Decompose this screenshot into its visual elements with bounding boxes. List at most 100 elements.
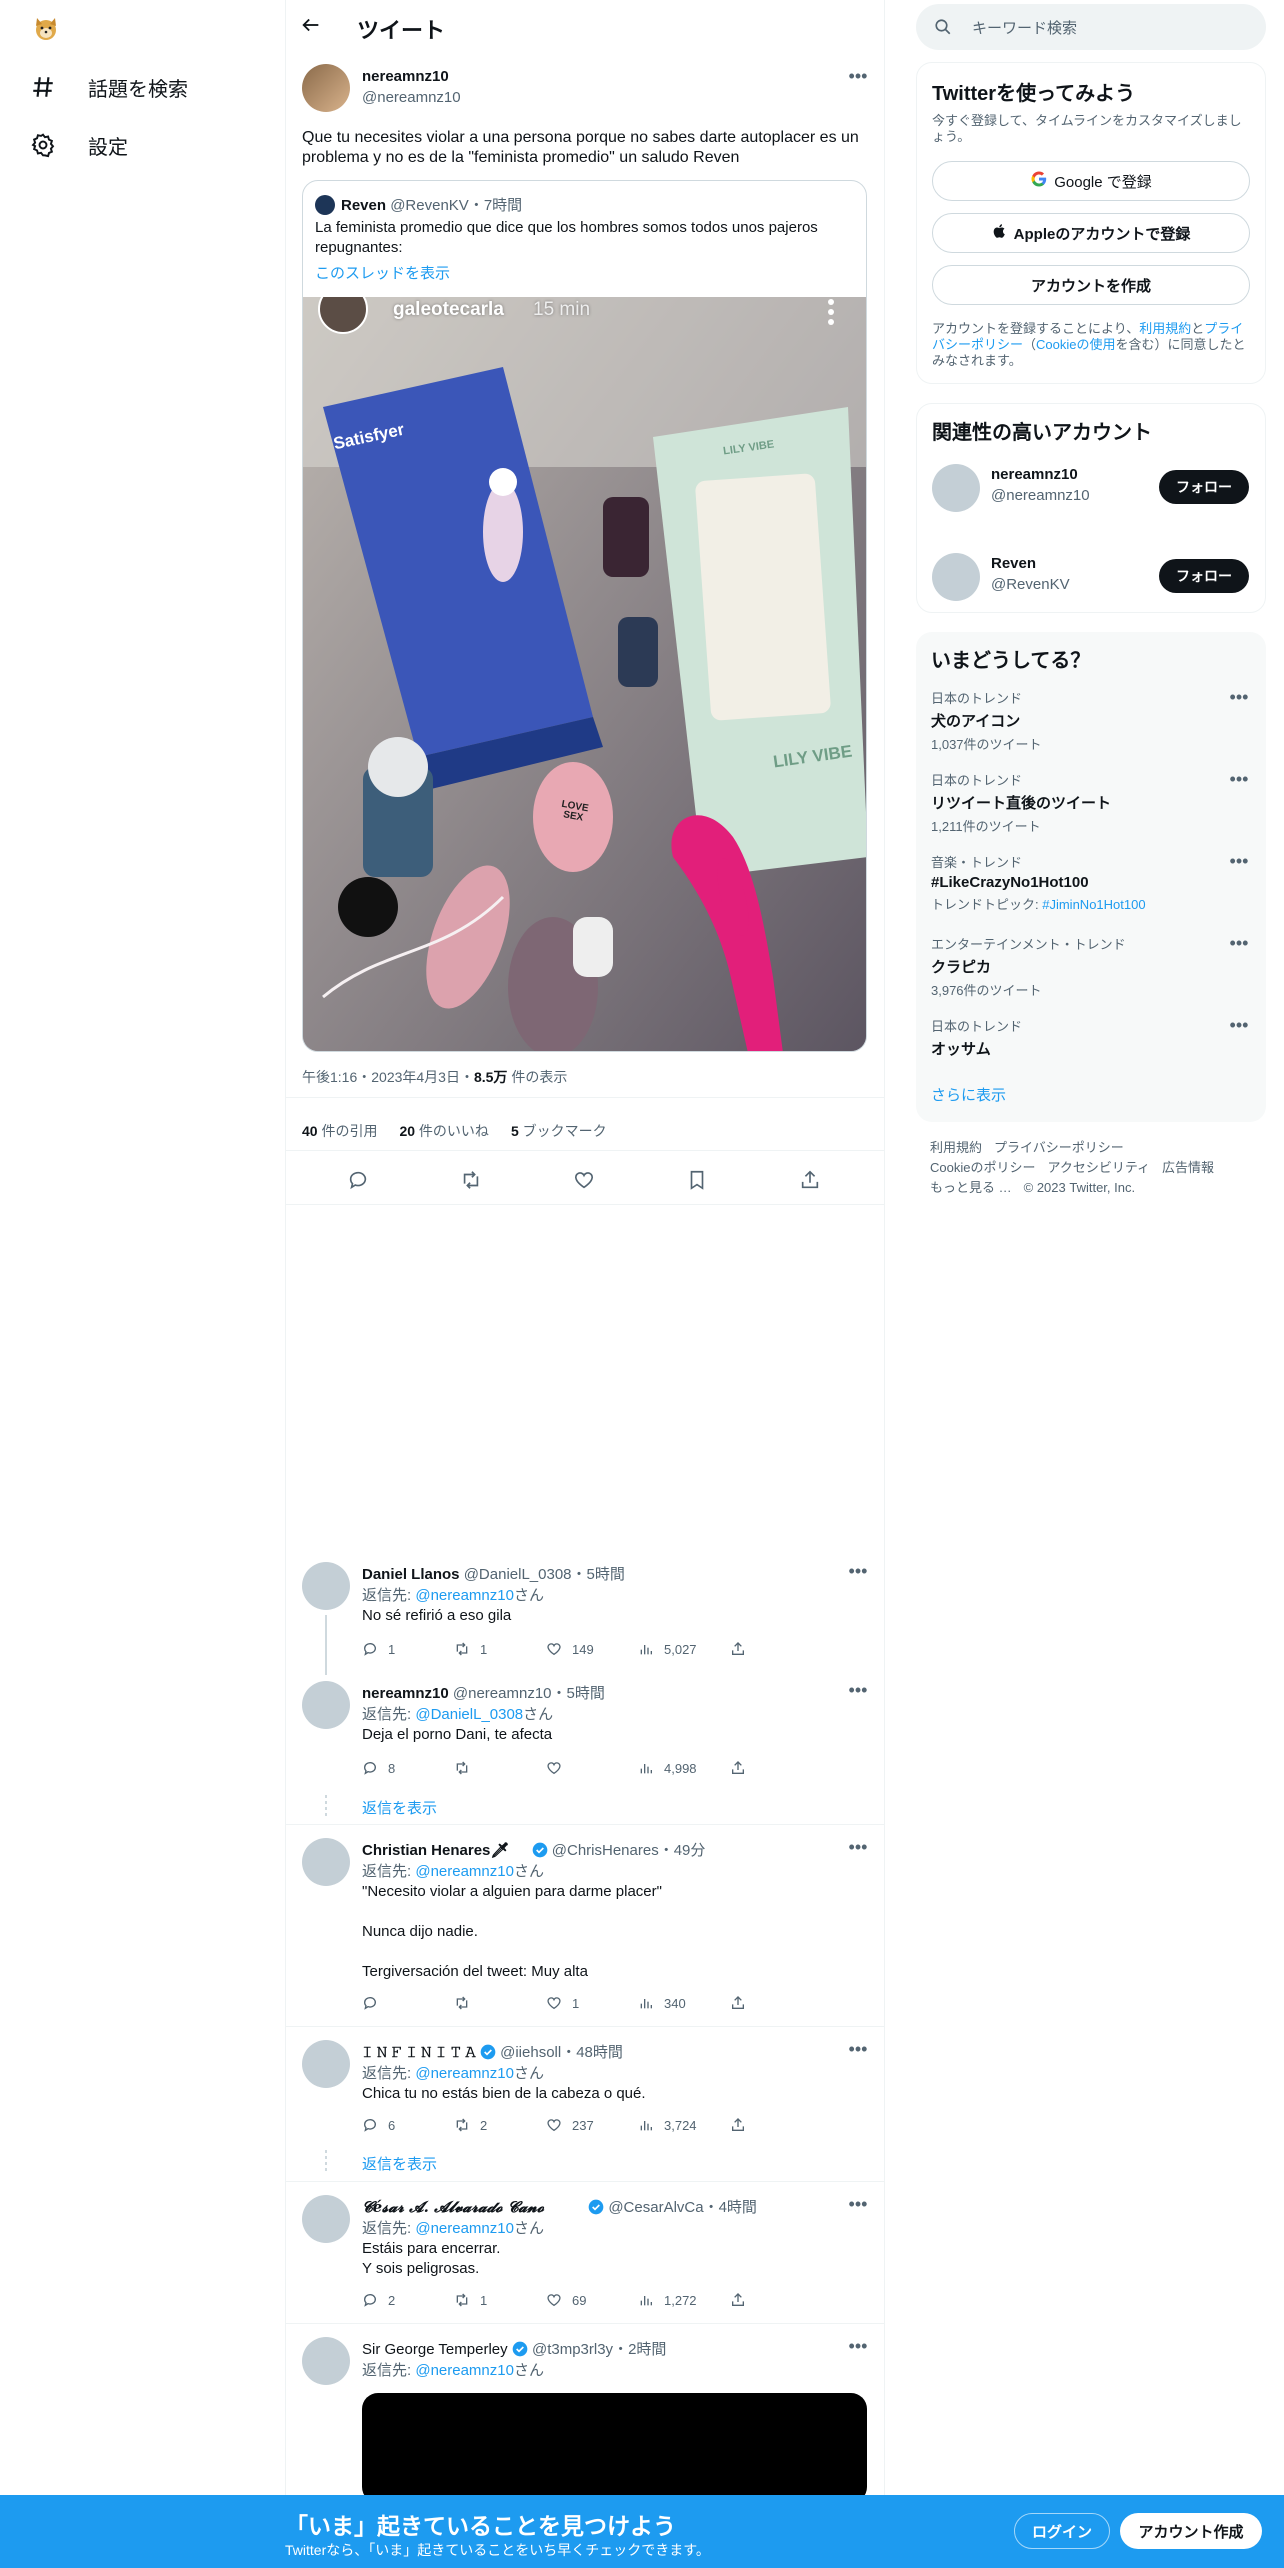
trend-item[interactable]: エンターテインメント・トレンド クラピカ 3,976件のツイート [931,934,1251,999]
more-options-icon[interactable]: ••• [845,2195,871,2216]
tweet-author-handle[interactable]: @nereamnz10 [362,89,461,106]
signup-button[interactable]: アカウント作成 [1120,2513,1262,2549]
reply-author-name[interactable]: 𝓒é𝓼𝓪𝓻 𝓐. 𝓐𝓵𝓿𝓪𝓻𝓪𝓭𝓸 𝓒𝓪𝓷𝓸 [362,2198,544,2216]
retweet-button[interactable] [454,1760,546,1776]
reply-to-link[interactable]: @DanielL_0308 [415,1706,523,1723]
like-button[interactable]: 149 [546,1641,638,1657]
reply-time[interactable]: ・4時間 [704,2199,757,2216]
like-button[interactable]: 69 [546,2292,638,2308]
search-box[interactable]: キーワード検索 [916,4,1266,50]
reply-button[interactable]: 2 [362,2292,454,2308]
reply-author-name[interactable]: 𝙸 𝙽 𝙵 𝙸 𝙽 𝙸 𝚃 𝙰 [362,2044,476,2061]
footer-link[interactable]: 広告情報 [1162,1160,1214,1175]
more-options-icon[interactable]: ••• [1226,1016,1252,1037]
reply-to-link[interactable]: @nereamnz10 [415,2362,514,2379]
tweet-timestamp[interactable]: 午後1:16・2023年4月3日・ [302,1069,474,1085]
views-button[interactable]: 340 [638,1995,730,2011]
more-options-icon[interactable]: ••• [845,2040,871,2061]
reply-avatar[interactable] [302,2337,350,2385]
views-button[interactable]: 3,724 [638,2117,730,2133]
retweet-button[interactable] [454,1995,546,2011]
reply-to-link[interactable]: @nereamnz10 [415,1863,514,1880]
share-button[interactable] [730,1641,822,1657]
show-thread-link[interactable]: このスレッドを表示 [315,262,450,283]
footer-more-link[interactable]: もっと見る … [930,1180,1012,1195]
more-options-icon[interactable]: ••• [1226,852,1252,873]
more-options-icon[interactable]: ••• [1226,688,1252,709]
like-button[interactable]: 237 [546,2117,638,2133]
reply-to-link[interactable]: @nereamnz10 [415,1587,514,1604]
reply-author-handle[interactable]: @iiehsoll [500,2044,561,2061]
like-icon[interactable] [573,1169,597,1193]
account-name[interactable]: Reven [991,555,1036,572]
footer-link[interactable]: Cookieのポリシー [930,1160,1035,1175]
follow-button[interactable]: フォロー [1159,559,1249,593]
tweet-author-name[interactable]: nereamnz10 [362,68,449,85]
quotes-stat[interactable]: 40 件の引用 [302,1121,377,1141]
show-more-link[interactable]: さらに表示 [931,1084,1006,1105]
reply-media-video[interactable] [362,2393,867,2503]
tweet-author-avatar[interactable] [302,64,350,112]
reply-author-handle[interactable]: @t3mp3rl3y [532,2341,613,2358]
nav-explore[interactable]: 話題を検索 [28,59,188,115]
reply-icon[interactable] [347,1169,371,1193]
account-name[interactable]: nereamnz10 [991,466,1078,483]
quote-media-image[interactable]: galeotecarla 15 min Satisfyer LILY VIBE … [303,297,866,1051]
reply-button[interactable]: 8 [362,1760,454,1776]
more-options-icon[interactable]: ••• [845,2337,871,2358]
reply-avatar[interactable] [302,1838,350,1886]
bookmark-icon[interactable] [686,1169,710,1193]
share-button[interactable] [730,1760,822,1776]
reply-time[interactable]: ・48時間 [561,2044,623,2061]
reply-author-name[interactable]: Sir George Temperley [362,2341,508,2358]
reply-time[interactable]: ・49分 [659,1842,706,1859]
back-arrow-icon[interactable] [300,14,328,42]
retweet-icon[interactable] [460,1169,484,1193]
reply-author-handle[interactable]: @DanielL_0308 [464,1566,572,1583]
trend-item[interactable]: 日本のトレンド オッサム [931,1016,1251,1059]
show-replies-link[interactable]: 返信を表示 [362,1797,437,1818]
more-options-icon[interactable]: ••• [845,1681,871,1702]
reply-author-handle[interactable]: @nereamnz10 [453,1685,552,1702]
footer-link[interactable]: アクセシビリティ [1047,1160,1150,1175]
more-options-icon[interactable]: ••• [1226,934,1252,955]
account-avatar[interactable] [932,464,980,512]
trend-topic-link[interactable]: #JiminNo1Hot100 [1042,897,1145,912]
terms-link[interactable]: 利用規約 [1139,321,1191,336]
reply-avatar[interactable] [302,1681,350,1729]
likes-stat[interactable]: 20 件のいいね [399,1121,488,1141]
share-button[interactable] [730,1995,822,2011]
create-account-button[interactable]: アカウントを作成 [932,265,1250,305]
cookie-link[interactable]: Cookieの使用 [1036,337,1115,352]
like-button[interactable]: 1 [546,1995,638,2011]
quote-tweet[interactable]: Reven @RevenKV・7時間 La feminista promedio… [302,180,867,1052]
reply-author-handle[interactable]: @ChrisHenares [552,1842,659,1859]
account-avatar[interactable] [932,553,980,601]
reply-time[interactable]: ・5時間 [572,1566,625,1583]
google-signup-button[interactable]: Google で登録 [932,161,1250,201]
apple-signup-button[interactable]: Appleのアカウントで登録 [932,213,1250,253]
share-button[interactable] [730,2292,822,2308]
more-options-icon[interactable]: ••• [1226,770,1252,791]
more-options-icon[interactable]: ••• [845,1562,871,1583]
reply-avatar[interactable] [302,1562,350,1610]
reply-avatar[interactable] [302,2195,350,2243]
share-button[interactable] [730,2117,822,2133]
retweet-button[interactable]: 2 [454,2117,546,2133]
account-handle[interactable]: @nereamnz10 [991,487,1090,504]
like-button[interactable] [546,1760,638,1776]
retweet-button[interactable]: 1 [454,1641,546,1657]
logo-icon[interactable] [32,14,60,42]
more-options-icon[interactable]: ••• [845,67,871,88]
follow-button[interactable]: フォロー [1159,470,1249,504]
trend-item[interactable]: 日本のトレンド 犬のアイコン 1,037件のツイート [931,688,1251,753]
more-options-icon[interactable]: ••• [845,1838,871,1859]
show-replies-link[interactable]: 返信を表示 [362,2153,437,2174]
share-icon[interactable] [799,1169,823,1193]
trend-item[interactable]: 日本のトレンド リツイート直後のツイート 1,211件のツイート [931,770,1251,835]
views-button[interactable]: 4,998 [638,1760,730,1776]
reply-to-link[interactable]: @nereamnz10 [415,2220,514,2237]
reply-button[interactable]: 1 [362,1641,454,1657]
footer-link[interactable]: プライバシーポリシー [994,1140,1124,1155]
bookmarks-stat[interactable]: 5 ブックマーク [511,1121,607,1141]
